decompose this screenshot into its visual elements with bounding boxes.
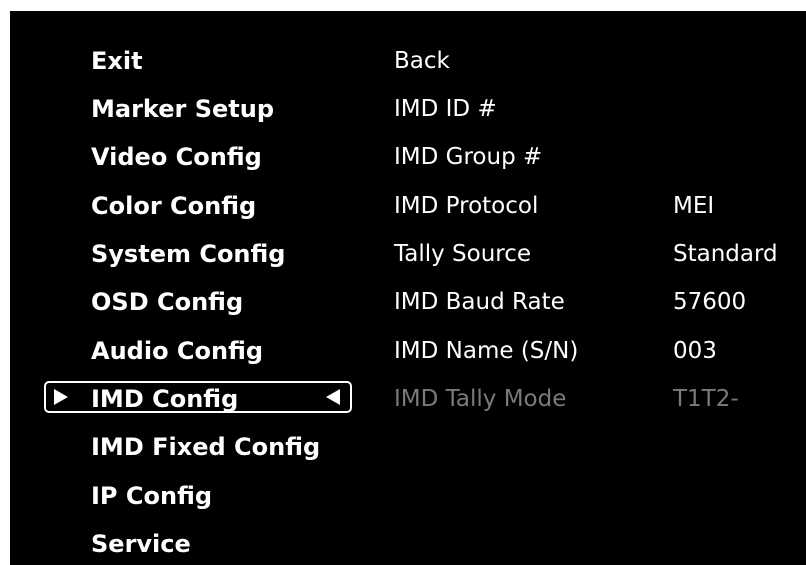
triangle-right-icon xyxy=(54,389,68,405)
param-tally-source[interactable]: Tally Source xyxy=(394,234,531,274)
param-imd-baud-rate[interactable]: IMD Baud Rate xyxy=(394,282,565,322)
param-imd-id[interactable]: IMD ID # xyxy=(394,89,497,129)
param-imd-group[interactable]: IMD Group # xyxy=(394,137,542,177)
menu-item-imd-fixed-config[interactable]: IMD Fixed Config xyxy=(91,427,320,467)
menu-item-ip-config[interactable]: IP Config xyxy=(91,476,212,516)
value-tally-source: Standard xyxy=(673,241,778,267)
param-imd-protocol[interactable]: IMD Protocol xyxy=(394,186,538,226)
osd-menu-screen: Exit Marker Setup Video Config Color Con… xyxy=(10,11,806,565)
menu-item-service[interactable]: Service xyxy=(91,524,191,564)
menu-item-color-config[interactable]: Color Config xyxy=(91,186,256,226)
menu-item-marker-setup[interactable]: Marker Setup xyxy=(91,89,274,129)
value-imd-name: 003 xyxy=(673,338,717,364)
menu-item-video-config[interactable]: Video Config xyxy=(91,137,262,177)
value-imd-protocol: MEI xyxy=(673,193,715,219)
value-imd-baud-rate: 57600 xyxy=(673,289,747,315)
param-imd-tally-mode: IMD Tally Mode xyxy=(394,386,567,412)
submenu-back[interactable]: Back xyxy=(394,41,450,81)
triangle-left-icon xyxy=(326,389,340,405)
value-imd-tally-mode: T1T2- xyxy=(673,386,739,412)
menu-item-imd-config[interactable]: IMD Config xyxy=(91,379,238,419)
menu-item-system-config[interactable]: System Config xyxy=(91,234,285,274)
param-imd-name[interactable]: IMD Name (S/N) xyxy=(394,331,578,371)
menu-item-osd-config[interactable]: OSD Config xyxy=(91,282,243,322)
menu-item-exit[interactable]: Exit xyxy=(91,41,143,81)
menu-item-audio-config[interactable]: Audio Config xyxy=(91,331,263,371)
